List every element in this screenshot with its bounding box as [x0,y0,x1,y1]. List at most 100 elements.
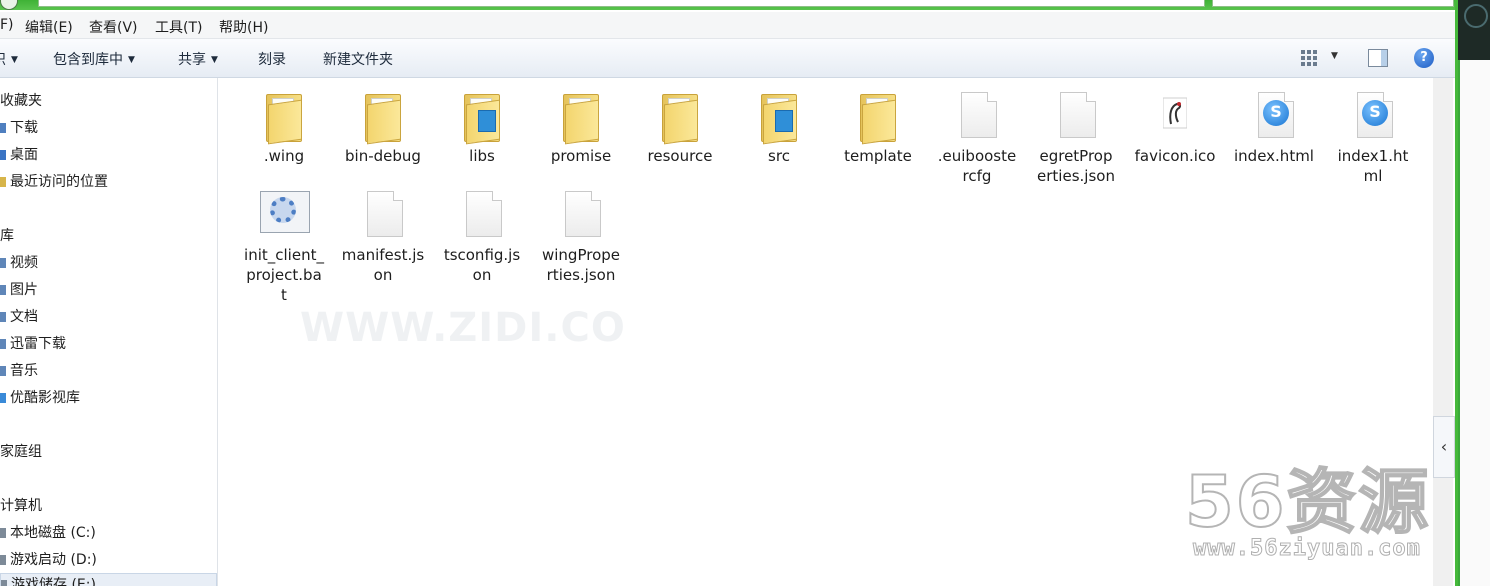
preview-pane-icon[interactable] [1368,49,1388,67]
folder-icon [755,88,803,145]
watermark-url: www.56ziyuan.com [1193,536,1421,562]
menu-file[interactable]: F) [0,17,14,33]
sidebar-item-label: 视频 [10,255,38,271]
folder-icon [359,88,407,145]
folder-icon [656,88,704,145]
sidebar-item-label: 本地磁盘 (C:) [10,525,96,541]
chevron-down-icon[interactable]: ▼ [1331,51,1338,61]
view-options-icon[interactable] [1300,49,1318,67]
share-button[interactable]: 共享 ▼ [178,49,218,69]
address-strip [0,0,1455,10]
file-item[interactable]: tsconfig.js on [439,187,525,285]
file-item[interactable]: index1.ht ml [1330,88,1416,186]
new-folder-button[interactable]: 新建文件夹 [323,49,393,69]
menu-tools[interactable]: 工具(T) [155,17,202,37]
folder-icon [260,88,308,145]
file-item[interactable]: libs [439,88,525,166]
sidebar-item-computer[interactable]: 计算机 [0,495,42,517]
file-item[interactable]: template [835,88,921,166]
recent-places-icon [0,177,6,187]
command-bar: 织▼ 包含到库中▼ 共享▼ 刻录 新建文件夹 [0,39,1455,78]
file-name: resource [647,147,713,165]
folder-icon [0,123,6,133]
batch-file-icon [260,187,310,243]
sidebar-item-label: 收藏夹 [0,93,42,109]
browser-document-icon [1349,88,1397,144]
file-name: egretProp erties.json [1037,147,1115,185]
sidebar-item-label: 下载 [10,120,38,136]
menu-bar: F) 编辑(E) 查看(V) 工具(T) 帮助(H) [0,12,1455,39]
sidebar-item-label: 优酷影视库 [10,390,80,406]
sidebar-item-label: 游戏启动 (D:) [10,552,97,568]
sidebar-item-libraries[interactable]: 库 [0,225,14,247]
sidebar-item-drive-e[interactable]: 游戏储存 (E:) [0,573,217,586]
menu-edit[interactable]: 编辑(E) [25,17,73,37]
include-library-button[interactable]: 包含到库中 ▼ [53,49,135,69]
file-name: .wing [263,147,305,165]
file-item[interactable]: .euibooste rcfg [934,88,1020,186]
drive-icon [0,528,6,538]
document-icon [359,187,407,243]
help-icon[interactable]: ? [1414,48,1434,68]
file-name: promise [550,147,612,165]
watermark-logo: 56资源 [1184,460,1431,544]
desktop-icon [0,150,6,160]
share-label: 共享 [178,52,206,68]
file-name: index1.ht ml [1337,147,1409,185]
sidebar-item-documents[interactable]: 文档 [0,306,38,328]
sidebar-item-label: 游戏储存 (E:) [11,577,96,586]
sidebar-item-thunder-downloads[interactable]: 迅雷下载 [0,333,66,355]
sidebar-item-label: 音乐 [10,363,38,379]
file-item[interactable]: bin-debug [340,88,426,166]
back-button[interactable] [0,0,18,10]
sidebar-item-label: 家庭组 [0,444,42,460]
sidebar-item-homegroup[interactable]: 家庭组 [0,441,42,463]
sidebar-item-recent[interactable]: 最近访问的位置 [0,171,108,193]
chevron-down-icon: ▼ [11,55,18,65]
file-item[interactable]: .wing [241,88,327,166]
organize-button[interactable]: 织▼ [0,49,18,69]
chevron-down-icon: ▼ [128,55,135,65]
navigation-pane: 收藏夹 下载 桌面 最近访问的位置 库 视频 图片 文档 迅雷下载 音乐 优酷影… [0,78,218,586]
address-bar[interactable] [38,0,1205,7]
sidebar-item-videos[interactable]: 视频 [0,252,38,274]
vertical-scrollbar[interactable] [1433,78,1453,586]
menu-view[interactable]: 查看(V) [89,17,138,37]
library-icon [0,393,6,403]
file-item[interactable]: manifest.js on [340,187,426,285]
sidebar-item-desktop[interactable]: 桌面 [0,144,38,166]
sidebar-item-drive-d[interactable]: 游戏启动 (D:) [0,549,97,571]
sidebar-item-label: 计算机 [0,498,42,514]
sidebar-item-label: 库 [0,228,14,244]
file-item[interactable]: egretProp erties.json [1033,88,1119,186]
chevron-left-icon[interactable]: ‹ [1433,416,1455,478]
sidebar-item-label: 最近访问的位置 [10,174,108,190]
sidebar-item-label: 迅雷下载 [10,336,66,352]
document-icon [1052,88,1100,144]
file-item[interactable]: favicon.ico [1132,88,1218,166]
file-item[interactable]: src [736,88,822,166]
folder-icon [854,88,902,145]
sidebar-item-drive-c[interactable]: 本地磁盘 (C:) [0,522,96,544]
sidebar-item-pictures[interactable]: 图片 [0,279,38,301]
burn-button[interactable]: 刻录 [258,49,286,69]
include-library-label: 包含到库中 [53,52,123,68]
file-item[interactable]: index.html [1231,88,1317,166]
file-name: manifest.js on [341,246,425,284]
search-box[interactable] [1212,0,1454,7]
file-item[interactable]: wingPrope rties.json [538,187,624,285]
file-name: wingPrope rties.json [541,246,620,284]
sidebar-item-downloads[interactable]: 下载 [0,117,38,139]
sidebar-item-youku-library[interactable]: 优酷影视库 [0,387,80,409]
file-item[interactable]: promise [538,88,624,166]
menu-help[interactable]: 帮助(H) [219,17,268,37]
file-name: bin-debug [345,147,421,165]
file-item[interactable]: resource [637,88,723,166]
file-name: .euibooste rcfg [937,147,1017,185]
file-item[interactable]: init_client_ project.ba t [241,187,327,305]
music-library-icon [0,366,6,376]
sidebar-item-music[interactable]: 音乐 [0,360,38,382]
sidebar-item-label: 文档 [10,309,38,325]
sidebar-item-favorites[interactable]: 收藏夹 [0,90,42,112]
file-name: index.html [1234,147,1314,165]
